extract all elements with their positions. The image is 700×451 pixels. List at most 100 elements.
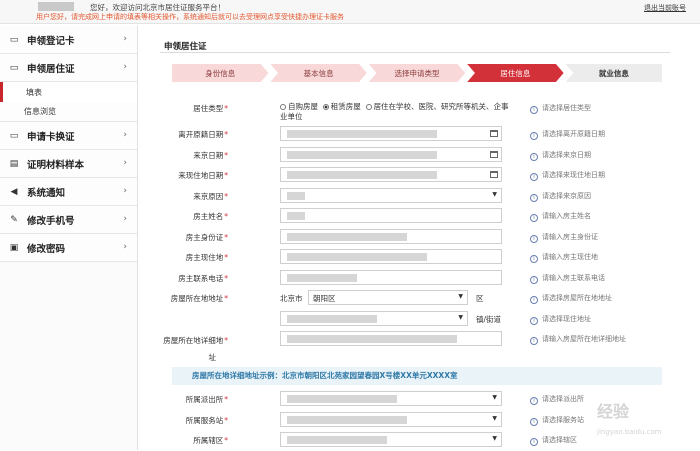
username-blurred	[38, 2, 74, 11]
step-residence-info[interactable]: 居住信息	[467, 64, 563, 82]
arrive-beijing-date-input[interactable]	[280, 147, 502, 162]
district-suffix: 区	[476, 293, 484, 304]
sidebar-subitem-fill-form[interactable]: 填表	[0, 82, 137, 102]
chevron-right-icon: ›	[123, 242, 127, 252]
field-hint: i请输入房主现住地	[530, 252, 598, 263]
step-identity-info[interactable]: 身份信息	[172, 64, 268, 82]
id-card-icon: ▭	[9, 35, 19, 45]
top-bar: 您好，欢迎访问北京市居住证服务平台！ 用户您好，请完成网上申请的填表等相关操作，…	[0, 0, 700, 24]
landlord-phone-input[interactable]	[280, 270, 502, 285]
chevron-down-icon: ›	[123, 62, 127, 72]
chevron-down-icon: ▼	[492, 435, 497, 442]
field-hint: i请选择来京原因	[530, 191, 591, 202]
field-label: 居住类型*	[193, 103, 228, 114]
chevron-down-icon: ▼	[492, 415, 497, 422]
row-landlord-id: 房主身份证* i请输入房主身份证	[160, 227, 680, 248]
field-hint: i请选择来现住地日期	[530, 170, 605, 181]
row-landlord-name: 房主姓名* i请输入房主姓名	[160, 206, 680, 227]
calendar-icon[interactable]	[490, 151, 498, 158]
field-hint: i请输入房屋所在地详细地址	[530, 334, 626, 345]
leave-origin-date-input[interactable]	[280, 126, 502, 141]
police-station-select[interactable]: ▼	[280, 391, 502, 406]
landlord-name-input[interactable]	[280, 208, 502, 223]
radio-own-house[interactable]	[280, 104, 286, 110]
info-icon: i	[530, 173, 538, 181]
radio-institution[interactable]	[366, 104, 372, 110]
field-hint: i请选择辖区	[530, 435, 577, 446]
row-house-detail: 房屋所在地详细地* 址 i请输入房屋所在地详细地址	[160, 329, 680, 365]
row-arrive-current-date: 来现住地日期* i请选择来现住地日期	[160, 165, 680, 186]
watermark-url: jingyan.baidu.com	[597, 422, 692, 442]
field-label: 房屋所在地地址*	[171, 293, 228, 304]
sidebar-item-label: 申请卡换证	[27, 129, 75, 143]
row-arrive-beijing-date: 来京日期* i请选择来京日期	[160, 145, 680, 166]
sidebar-item-label: 修改密码	[27, 241, 65, 255]
logout-link[interactable]: 退出当前账号	[644, 3, 686, 13]
calendar-icon[interactable]	[490, 171, 498, 178]
field-label: 房主联系电话*	[178, 273, 228, 284]
sidebar: ▭ 申领登记卡 › ▭ 申领居住证 › 填表 信息浏览 ▭ 申请卡换证 › ▤ …	[0, 26, 138, 450]
radio-rented-house[interactable]	[323, 104, 329, 110]
main-content: 申领居住证 身份信息 基本信息 选择申请类型 居住信息 就业信息 居住类型* 自…	[160, 30, 680, 52]
step-basic-info[interactable]: 基本信息	[270, 64, 366, 82]
field-hint: i请选择房屋所在地地址	[530, 293, 612, 304]
sidebar-item-change-password[interactable]: ▣ 修改密码 ›	[0, 234, 137, 262]
baidu-jingyan-watermark: 经验 jingyan.baidu.com	[597, 402, 692, 442]
chevron-right-icon: ›	[123, 34, 127, 44]
field-hint: i请输入房主身份证	[530, 232, 598, 243]
watermark-text: 经验	[597, 402, 692, 422]
row-residence-type: 居住类型* 自购房屋 租赁房屋 居住在学校、医院、研究所等机关、企事业单位 i请…	[160, 98, 680, 124]
service-station-select[interactable]: ▼	[280, 412, 502, 427]
row-house-location: 房屋所在地地址* 北京市 朝阳区 ▼ 区 i请选择房屋所在地地址	[160, 288, 680, 309]
residence-form: 居住类型* 自购房屋 租赁房屋 居住在学校、医院、研究所等机关、企事业单位 i请…	[160, 98, 680, 451]
field-hint: i请选择来京日期	[530, 150, 591, 161]
sidebar-item-label: 证明材料样本	[27, 157, 84, 171]
field-hint: i请输入房主姓名	[530, 211, 591, 222]
district-select[interactable]: 朝阳区 ▼	[308, 290, 468, 305]
field-label: 房主姓名*	[193, 211, 228, 222]
row-town: ▼ 镇/街道 i请选择现住地址	[160, 309, 680, 330]
town-select[interactable]: ▼	[280, 311, 468, 326]
info-icon: i	[530, 235, 538, 243]
field-label: 来京原因*	[193, 191, 228, 202]
arrive-current-date-input[interactable]	[280, 167, 502, 182]
residence-type-radio-group: 自购房屋 租赁房屋 居住在学校、医院、研究所等机关、企事业单位	[280, 102, 516, 122]
landlord-id-input[interactable]	[280, 229, 502, 244]
step-application-type[interactable]: 选择申请类型	[369, 64, 465, 82]
row-reason: 来京原因* ▼ i请选择来京原因	[160, 186, 680, 207]
calendar-icon[interactable]	[490, 130, 498, 137]
reason-select[interactable]: ▼	[280, 188, 502, 203]
info-icon: i	[530, 106, 538, 114]
sidebar-item-system-notice[interactable]: ◀ 系统通知 ›	[0, 178, 137, 206]
info-icon: i	[530, 296, 538, 304]
sidebar-item-card-exchange[interactable]: ▭ 申请卡换证 ›	[0, 122, 137, 150]
speaker-icon: ◀	[9, 187, 19, 197]
field-label: 所属辖区*	[193, 435, 228, 446]
info-icon: i	[530, 418, 538, 426]
field-hint: i请选择现住地址	[530, 314, 591, 325]
house-detail-input[interactable]	[280, 331, 502, 346]
landlord-address-input[interactable]	[280, 249, 502, 264]
sidebar-item-label: 申领登记卡	[27, 33, 75, 47]
field-label: 离开原籍日期*	[178, 129, 228, 140]
info-icon: i	[530, 337, 538, 345]
info-icon: i	[530, 194, 538, 202]
info-icon: i	[530, 132, 538, 140]
edit-icon: ✎	[9, 215, 19, 225]
sidebar-item-apply-registration-card[interactable]: ▭ 申领登记卡 ›	[0, 26, 137, 54]
field-label: 所属服务站*	[186, 415, 228, 426]
sidebar-item-document-samples[interactable]: ▤ 证明材料样本 ›	[0, 150, 137, 178]
info-icon: i	[530, 153, 538, 161]
step-employment-info[interactable]: 就业信息	[566, 64, 662, 82]
id-card-icon: ▭	[9, 63, 19, 73]
row-landlord-address: 房主现住地* i请输入房主现住地	[160, 247, 680, 268]
sidebar-subitem-info-browse[interactable]: 信息浏览	[0, 102, 137, 122]
sidebar-item-apply-residence-permit[interactable]: ▭ 申领居住证 ›	[0, 54, 137, 82]
info-icon: i	[530, 397, 538, 405]
field-label: 房屋所在地详细地*	[163, 335, 228, 346]
community-select[interactable]: ▼	[280, 432, 502, 447]
id-card-icon: ▭	[9, 131, 19, 141]
sidebar-item-change-phone[interactable]: ✎ 修改手机号 ›	[0, 206, 137, 234]
info-icon: i	[530, 276, 538, 284]
notice-text: 用户您好，请完成网上申请的填表等相关操作，系统通知后就可以去受理网点享受快捷办理…	[36, 12, 344, 22]
